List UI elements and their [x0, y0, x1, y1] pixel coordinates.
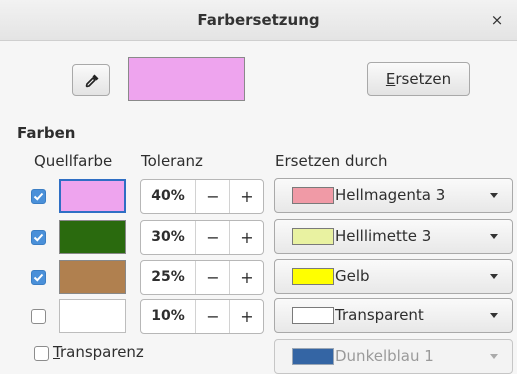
transparency-replace-label: Dunkelblau 1 [335, 347, 434, 365]
row4-increment-button[interactable]: + [229, 300, 264, 333]
row3-source-color[interactable] [59, 260, 126, 294]
chevron-down-icon [490, 354, 498, 359]
row3-tolerance-spinner[interactable]: 25% − + [140, 260, 264, 295]
row2-increment-button[interactable]: + [229, 221, 264, 254]
transparency-label-mnemonic: T [53, 343, 60, 361]
row2-enable-checkbox[interactable] [31, 230, 46, 245]
row2-replace-swatch [292, 228, 334, 245]
pipette-button[interactable] [72, 64, 110, 96]
row1-tolerance-value[interactable]: 40% [141, 180, 195, 213]
checkmark-icon [33, 233, 44, 242]
close-icon[interactable]: × [487, 10, 507, 30]
pipette-icon [85, 74, 99, 88]
row1-tolerance-spinner[interactable]: 40% − + [140, 179, 264, 214]
replace-button-label: rsetzen [395, 70, 452, 88]
chevron-down-icon [490, 193, 498, 198]
row4-enable-checkbox[interactable] [31, 309, 46, 324]
replace-with-header: Ersetzen durch [275, 152, 388, 170]
row3-enable-checkbox[interactable] [31, 270, 46, 285]
replace-button[interactable]: Ersetzen [367, 62, 470, 96]
row4-tolerance-spinner[interactable]: 10% − + [140, 299, 264, 334]
row4-source-color[interactable] [59, 299, 126, 333]
row1-decrement-button[interactable]: − [195, 180, 230, 213]
transparency-replace-dropdown: Dunkelblau 1 [274, 339, 513, 374]
transparency-label[interactable]: Transparenz [53, 343, 144, 361]
chevron-down-icon [490, 313, 498, 318]
transparency-checkbox[interactable] [34, 346, 49, 361]
colors-section-label: Farben [17, 124, 76, 142]
checkmark-icon [33, 273, 44, 282]
tolerance-header: Toleranz [141, 152, 203, 170]
row4-decrement-button[interactable]: − [195, 300, 230, 333]
row4-replace-dropdown[interactable]: Transparent [274, 298, 513, 333]
chevron-down-icon [490, 274, 498, 279]
row1-replace-label: Hellmagenta 3 [335, 186, 446, 204]
row2-tolerance-spinner[interactable]: 30% − + [140, 220, 264, 255]
row4-replace-swatch [292, 307, 334, 324]
replace-button-mnemonic: E [385, 70, 396, 88]
source-color-header: Quellfarbe [34, 152, 113, 170]
row1-source-color[interactable] [59, 179, 126, 213]
row3-replace-label: Gelb [335, 267, 370, 285]
row1-replace-swatch [292, 187, 334, 204]
row1-replace-dropdown[interactable]: Hellmagenta 3 [274, 178, 513, 213]
chevron-down-icon [490, 234, 498, 239]
checkmark-icon [33, 192, 44, 201]
row2-decrement-button[interactable]: − [195, 221, 230, 254]
transparency-label-text: ransparenz [59, 343, 144, 361]
row2-tolerance-value[interactable]: 30% [141, 221, 195, 254]
row1-enable-checkbox[interactable] [31, 189, 46, 204]
row1-increment-button[interactable]: + [229, 180, 264, 213]
row4-replace-label: Transparent [335, 306, 424, 324]
transparency-replace-swatch [292, 348, 334, 365]
row2-replace-dropdown[interactable]: Helllimette 3 [274, 219, 513, 254]
row3-replace-dropdown[interactable]: Gelb [274, 259, 513, 294]
row2-replace-label: Helllimette 3 [335, 227, 432, 245]
row4-tolerance-value[interactable]: 10% [141, 300, 195, 333]
row3-replace-swatch [292, 268, 334, 285]
color-preview [128, 57, 245, 101]
row3-increment-button[interactable]: + [229, 261, 264, 294]
row2-source-color[interactable] [59, 220, 126, 254]
row3-tolerance-value[interactable]: 25% [141, 261, 195, 294]
title-bar: Farbersetzung × [0, 0, 517, 41]
window-title: Farbersetzung [197, 11, 320, 29]
row3-decrement-button[interactable]: − [195, 261, 230, 294]
